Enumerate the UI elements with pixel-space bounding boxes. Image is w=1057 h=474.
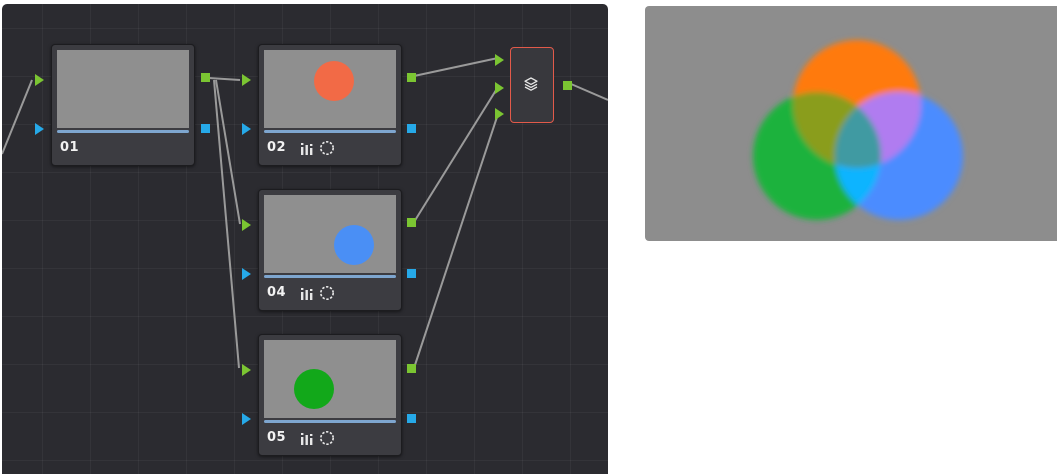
node-label: 05: [267, 430, 287, 445]
node-thumbnail: [264, 195, 396, 273]
node-04-rgb-output[interactable]: [407, 218, 416, 227]
node-04-rgb-input[interactable]: [242, 219, 251, 231]
node-status-icons: [300, 430, 335, 446]
node-01[interactable]: 01: [51, 44, 195, 166]
node-key-bar: [57, 130, 189, 133]
node-05[interactable]: 05: [258, 334, 402, 456]
node-02-rgb-input[interactable]: [242, 74, 251, 86]
curves-icon: [301, 287, 313, 300]
node-04[interactable]: 04: [258, 189, 402, 311]
node-key-bar: [264, 275, 396, 278]
node-01-alpha-input[interactable]: [35, 123, 44, 135]
node-01-alpha-output[interactable]: [201, 124, 210, 133]
mixer-input-2[interactable]: [495, 82, 504, 94]
connection-01-02: [208, 77, 241, 81]
connection-05-mixer: [413, 113, 499, 369]
rgb-overlap-image: [753, 40, 963, 220]
curves-icon: [301, 142, 313, 155]
node-status-icons: [300, 285, 335, 301]
mixer-input-3[interactable]: [495, 108, 504, 120]
node-key-bar: [264, 130, 396, 133]
node-02-alpha-output[interactable]: [407, 124, 416, 133]
node-label: 01: [60, 140, 80, 155]
mixer-input-1[interactable]: [495, 54, 504, 66]
node-thumbnail: [264, 50, 396, 128]
window-icon: [320, 141, 334, 155]
node-key-bar: [264, 420, 396, 423]
node-05-alpha-output[interactable]: [407, 414, 416, 423]
connection-mixer-out: [570, 83, 608, 101]
connection-input-01: [2, 79, 33, 155]
node-thumbnail: [264, 340, 396, 418]
node-02-alpha-input[interactable]: [242, 123, 251, 135]
node-04-alpha-output[interactable]: [407, 269, 416, 278]
connection-01-05: [213, 79, 240, 369]
green-circle: [294, 369, 334, 409]
node-02-rgb-output[interactable]: [407, 73, 416, 82]
blue-circle: [334, 225, 374, 265]
node-label: 04: [267, 285, 287, 300]
node-05-alpha-input[interactable]: [242, 413, 251, 425]
red-circle: [314, 61, 354, 101]
node-02[interactable]: 02: [258, 44, 402, 166]
node-editor[interactable]: 01 02 04 05: [2, 4, 608, 474]
viewer-preview: [645, 6, 1057, 241]
window-icon: [320, 286, 334, 300]
window-icon: [320, 431, 334, 445]
node-05-rgb-output[interactable]: [407, 364, 416, 373]
node-04-alpha-input[interactable]: [242, 268, 251, 280]
connection-02-mixer: [413, 57, 499, 77]
node-status-icons: [300, 140, 335, 156]
curves-icon: [301, 432, 313, 445]
mixer-output[interactable]: [563, 81, 572, 90]
layer-mixer-node[interactable]: [510, 47, 554, 123]
layers-icon: [524, 77, 538, 91]
node-01-rgb-output[interactable]: [201, 73, 210, 82]
node-thumbnail: [57, 50, 189, 128]
node-label: 02: [267, 140, 287, 155]
node-05-rgb-input[interactable]: [242, 364, 251, 376]
node-01-rgb-input[interactable]: [35, 74, 44, 86]
